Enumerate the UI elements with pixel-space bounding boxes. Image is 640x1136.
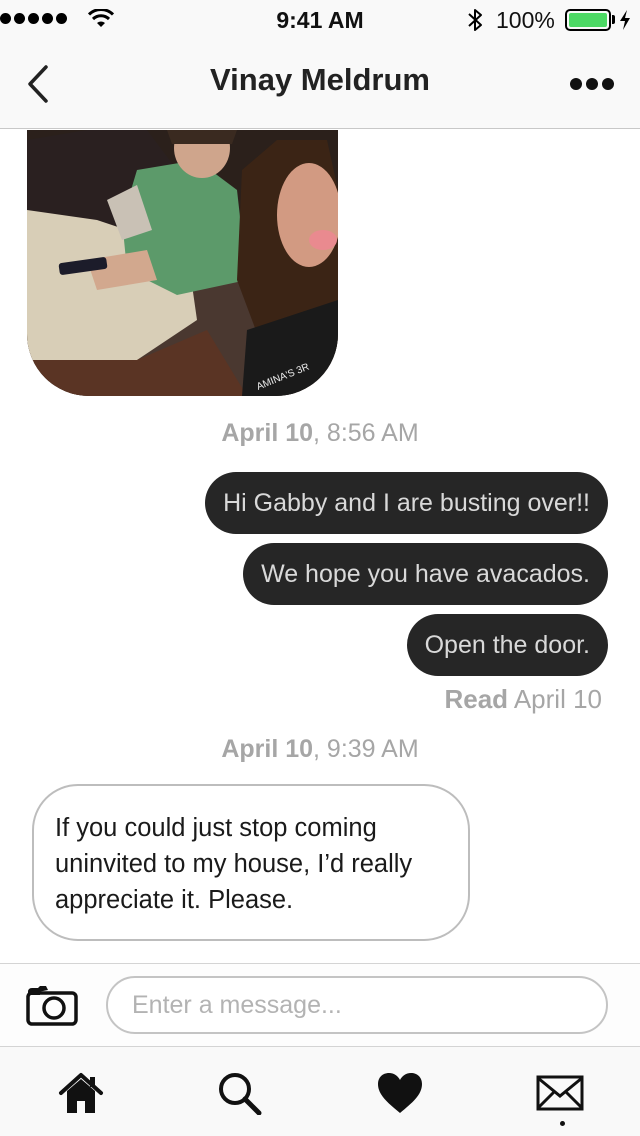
outgoing-message[interactable]: Hi Gabby and I are busting over!!	[205, 472, 608, 534]
conversation-header: Vinay Meldrum	[0, 40, 640, 129]
photo-message[interactable]: AMINA'S 3R	[27, 130, 338, 396]
message-composer	[0, 963, 640, 1047]
dot	[586, 78, 598, 90]
mail-icon	[536, 1075, 584, 1111]
timestamp-date: April 10	[221, 735, 314, 763]
home-icon	[59, 1073, 103, 1113]
timestamp-time: , 9:39 AM	[313, 735, 419, 763]
timestamp-date: April 10	[221, 419, 314, 447]
outgoing-message[interactable]: We hope you have avacados.	[243, 543, 608, 605]
photo-image: AMINA'S 3R	[27, 130, 338, 396]
battery-percentage: 100%	[496, 7, 555, 33]
tab-bar	[0, 1047, 640, 1136]
charging-bolt-icon	[620, 10, 630, 30]
bluetooth-icon	[468, 9, 482, 31]
outgoing-message[interactable]: Open the door.	[406, 614, 608, 676]
read-date: April 10	[508, 684, 602, 714]
message-input[interactable]	[106, 976, 608, 1034]
dot	[602, 78, 614, 90]
messages-tab[interactable]	[536, 1071, 584, 1115]
timestamp-time: , 8:56 AM	[313, 419, 419, 447]
battery-tip	[612, 15, 615, 24]
dot	[570, 78, 582, 90]
battery-icon	[565, 9, 611, 31]
more-options-button[interactable]	[570, 74, 620, 94]
contact-name[interactable]: Vinay Meldrum	[0, 62, 640, 98]
activity-tab[interactable]	[376, 1071, 424, 1115]
home-tab[interactable]	[57, 1071, 105, 1115]
status-bar: 9:41 AM 100%	[0, 0, 640, 40]
search-tab[interactable]	[216, 1071, 264, 1116]
search-icon	[219, 1073, 262, 1116]
camera-icon[interactable]	[26, 984, 78, 1026]
read-label: Read	[444, 684, 509, 714]
timestamp: April 10, 8:56 AM	[0, 419, 640, 448]
heart-icon	[378, 1073, 422, 1113]
incoming-message[interactable]: If you could just stop coming uninvited …	[32, 784, 470, 941]
timestamp: April 10, 9:39 AM	[0, 735, 640, 764]
active-tab-indicator	[560, 1121, 565, 1126]
read-receipt: Read April 10	[444, 684, 602, 715]
